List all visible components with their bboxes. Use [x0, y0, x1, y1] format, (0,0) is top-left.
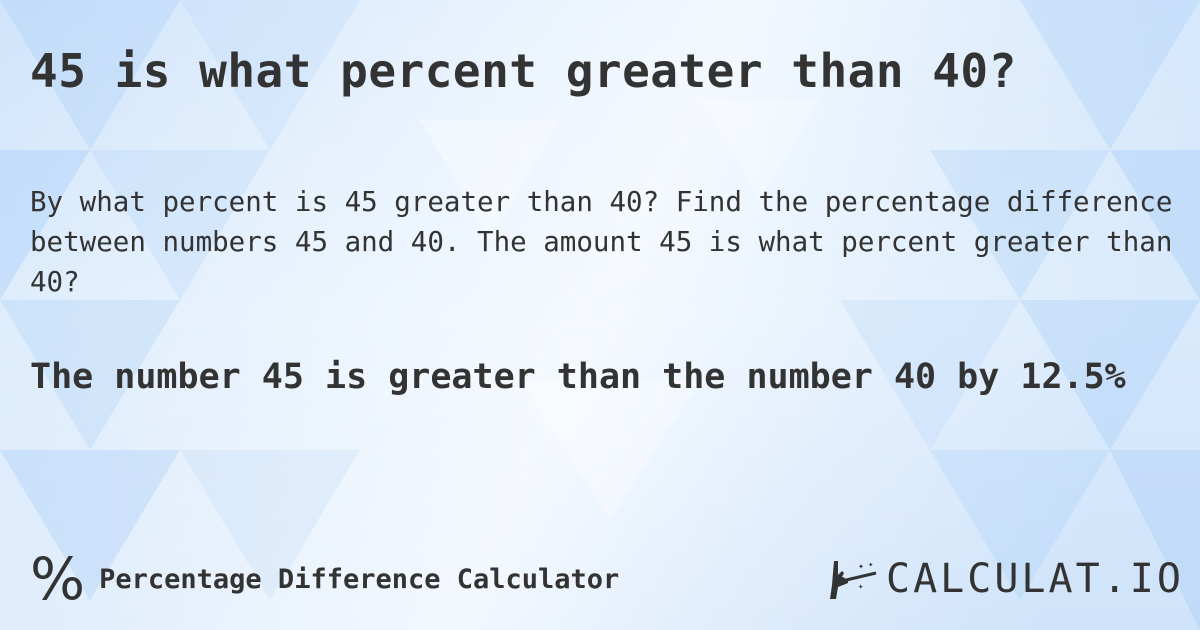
svg-text:✦: ✦ — [868, 560, 874, 570]
calculator-name: Percentage Difference Calculator — [99, 563, 620, 595]
page-title: 45 is what percent greater than 40? — [30, 44, 1017, 98]
logo-text: CALCULAT.IO — [886, 556, 1184, 602]
logo[interactable]: ✦ ✦ ✦ CALCULAT.IO — [828, 556, 1184, 602]
magic-wand-hand-icon: ✦ ✦ ✦ — [830, 560, 877, 599]
svg-text:✦: ✦ — [858, 582, 864, 592]
answer-text: The number 45 is greater than the number… — [30, 357, 1126, 397]
description: By what percent is 45 greater than 40? F… — [30, 186, 1173, 298]
calculator-link[interactable]: % Percentage Difference Calculator — [30, 550, 619, 608]
percent-icon: % — [30, 545, 86, 613]
svg-text:✦: ✦ — [858, 561, 864, 572]
